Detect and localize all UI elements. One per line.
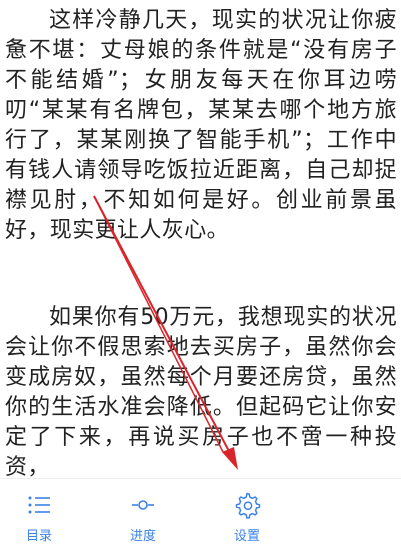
list-icon: [28, 496, 50, 514]
tab-label: 目录: [25, 529, 52, 544]
paragraph: 如果你有50万元，我想现实的状况会让你不假思索地去买房子，虽然你会变成房奴，虽然…: [5, 305, 397, 478]
gear-icon: [235, 492, 261, 519]
paragraph: 这样冷静几天，现实的状况让你疲惫不堪：丈母娘的条件就是“没有房子不能结婚”；女朋…: [5, 8, 397, 243]
tab-settings[interactable]: 设置: [217, 487, 277, 549]
tab-label: 进度: [129, 529, 156, 544]
tab-label: 设置: [233, 529, 260, 544]
progress-icon: [132, 500, 154, 510]
bottom-toolbar: 目录 进度 设置: [0, 478, 401, 556]
tab-progress[interactable]: 进度: [113, 487, 173, 549]
tab-table-of-contents[interactable]: 目录: [9, 487, 69, 549]
reading-area[interactable]: 这样冷静几天，现实的状况让你疲惫不堪：丈母娘的条件就是“没有房子不能结婚”；女朋…: [0, 0, 401, 478]
